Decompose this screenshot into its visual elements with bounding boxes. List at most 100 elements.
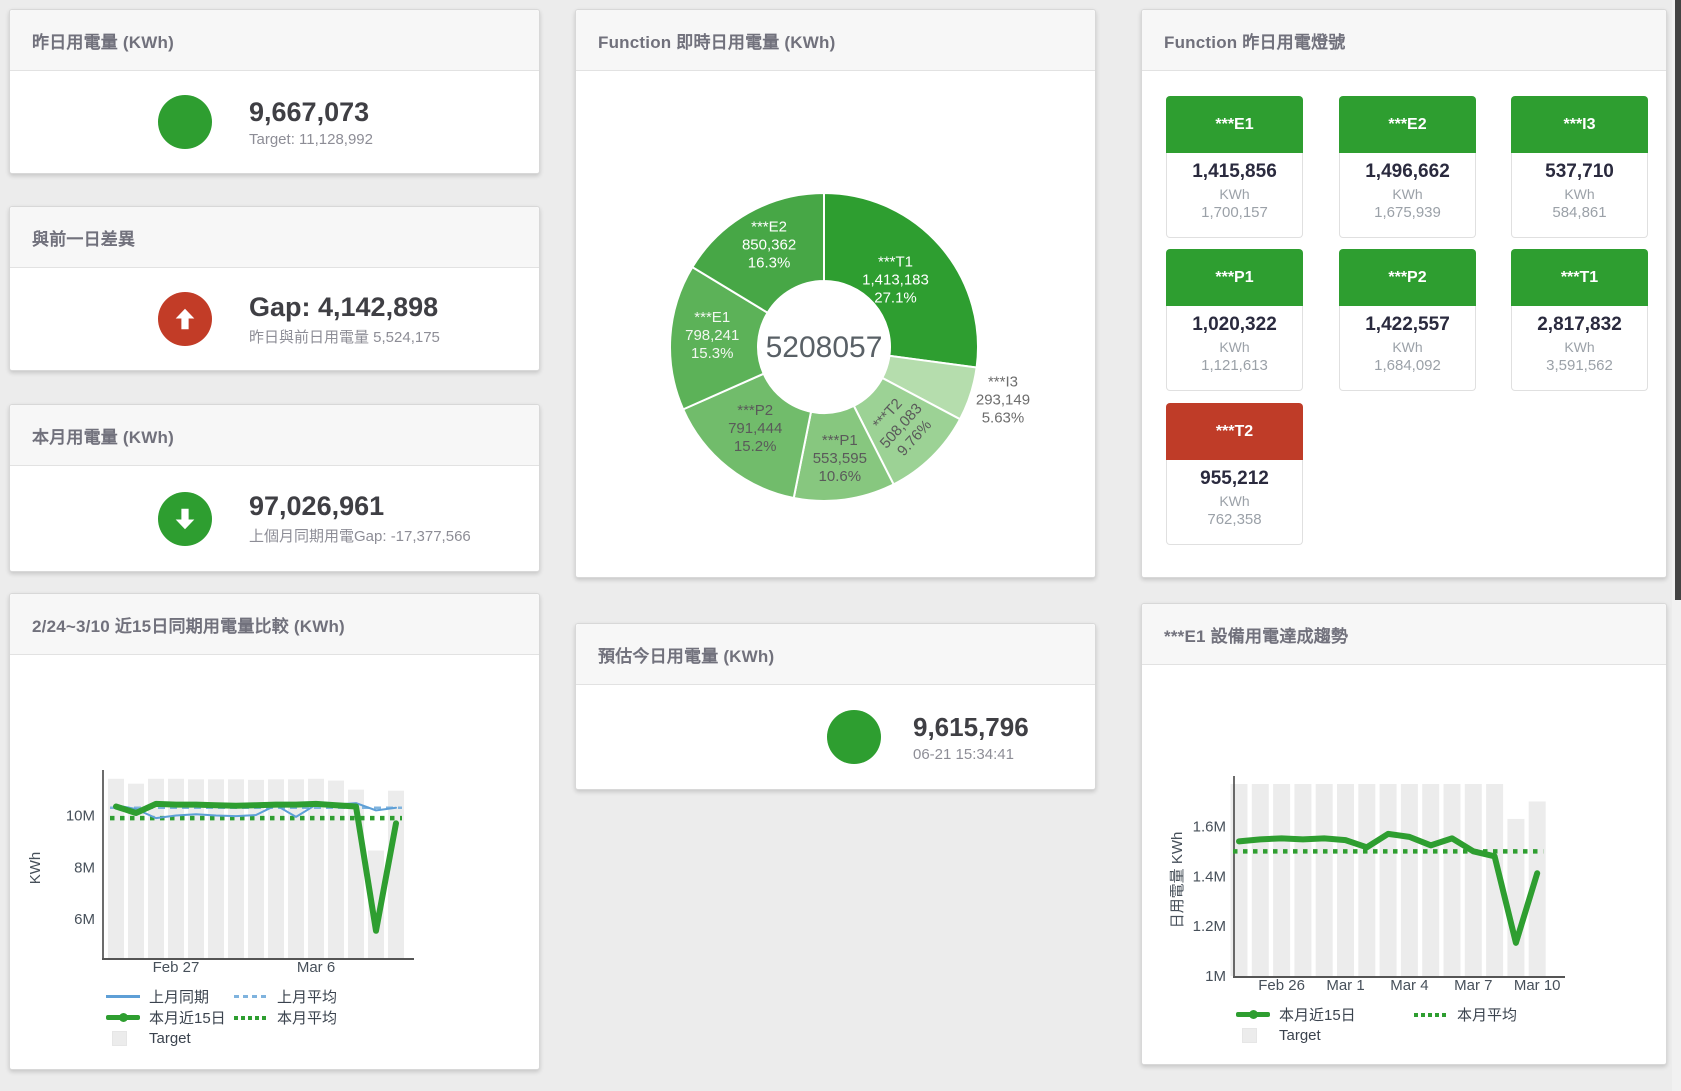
- red-up-arrow-icon: [158, 292, 212, 346]
- panel-header: 本月用電量 (KWh): [10, 405, 539, 466]
- tile-body: 955,212KWh762,358: [1166, 460, 1303, 545]
- tile-unit: KWh: [1340, 339, 1475, 355]
- tile-label: ***P2: [1339, 249, 1476, 306]
- tile-body: 1,496,662 KWh 1,675,939: [1339, 153, 1476, 238]
- tile-label: ***P1: [1166, 249, 1303, 306]
- tile-unit: KWh: [1512, 339, 1647, 355]
- legend-item[interactable]: 本月平均: [234, 1007, 337, 1028]
- tile-body: 2,817,832KWh3,591,562: [1511, 306, 1648, 391]
- yesterday-target: Target: 11,128,992: [249, 131, 373, 148]
- target-bar: [1380, 784, 1397, 976]
- tile-unit: KWh: [1340, 186, 1475, 202]
- legend-label: 本月平均: [1457, 1004, 1517, 1025]
- tile-target-value: 1,675,939: [1340, 204, 1475, 221]
- tile-target-value: 1,684,092: [1340, 357, 1475, 374]
- panel-header: 與前一日差異: [10, 207, 539, 268]
- legend-item[interactable]: Target: [106, 1030, 234, 1047]
- tile-label: ***E1: [1166, 96, 1303, 153]
- panel-header: ***E1 設備用電達成趨勢: [1142, 604, 1666, 665]
- panel-title: Function 昨日用電燈號: [1164, 28, 1345, 53]
- y-axis-title: KWh: [27, 852, 44, 885]
- y-tick-label: 6M: [74, 911, 95, 928]
- target-bar: [388, 791, 404, 958]
- panel-compare-chart: 2/24~3/10 近15日同期用電量比較 (KWh) 6M8M10MFeb 2…: [9, 593, 540, 1070]
- target-bar: [1231, 784, 1248, 976]
- y-tick-label: 1.2M: [1193, 918, 1226, 935]
- light-tile: ***E11,415,856KWh1,700,157: [1166, 96, 1303, 238]
- legend-item[interactable]: 上月同期: [106, 986, 234, 1007]
- light-tile: ***T2955,212KWh762,358: [1166, 403, 1303, 545]
- target-bar: [1252, 784, 1269, 976]
- green-status-circle-icon: [158, 95, 212, 149]
- y-tick-label: 1.6M: [1193, 818, 1226, 835]
- panel-title: 昨日用電量 (KWh): [32, 28, 174, 53]
- legend-label: 上月平均: [277, 986, 337, 1007]
- panel-header: Function 昨日用電燈號: [1142, 10, 1666, 71]
- day-gap-sub: 昨日與前日用電量 5,524,175: [249, 326, 440, 347]
- target-bar: [1294, 784, 1311, 976]
- legend-label: 本月平均: [277, 1007, 337, 1028]
- compare-legend: 上月同期 上月平均本月近15日 本月平均 Target: [106, 986, 337, 1049]
- realtime-donut-chart: ***T11,413,18327.1%***I3293,1495.63%***T…: [576, 71, 1095, 578]
- stat-text: Gap: 4,142,898 昨日與前日用電量 5,524,175: [249, 292, 440, 347]
- light-tile: ***T12,817,832KWh3,591,562: [1511, 249, 1648, 391]
- legend-label: 本月近15日: [149, 1007, 226, 1028]
- target-bar: [1422, 784, 1439, 976]
- estimate-value: 9,615,796: [913, 712, 1029, 743]
- tile-label: ***T2: [1166, 403, 1303, 460]
- y-axis-title: 日用電量 KWh: [1169, 832, 1186, 929]
- tile-unit: KWh: [1167, 493, 1302, 509]
- tile-label: ***T1: [1511, 249, 1648, 306]
- legend-item[interactable]: 上月平均: [234, 986, 337, 1007]
- target-bar: [1358, 784, 1375, 976]
- x-tick-label: Feb 27: [153, 959, 200, 976]
- tile-value: 1,415,856: [1167, 153, 1302, 183]
- stat-body: 97,026,961 上個月同期用電Gap: -17,377,566: [10, 466, 539, 571]
- panel-yesterday-usage: 昨日用電量 (KWh) 9,667,073 Target: 11,128,992: [9, 9, 540, 174]
- light-tile: ***I3537,710KWh584,861: [1511, 96, 1648, 238]
- panel-estimate-today: 預估今日用電量 (KWh) 9,615,796 06-21 15:34:41: [575, 623, 1096, 790]
- green-down-arrow-icon: [158, 492, 212, 546]
- tile-label: ***E2: [1339, 96, 1476, 153]
- line-legend-marker-icon: [106, 995, 140, 998]
- tile-target-value: 3,591,562: [1512, 357, 1647, 374]
- x-tick-label: Mar 4: [1390, 977, 1428, 994]
- panel-lights: Function 昨日用電燈號 ***E11,415,856KWh1,700,1…: [1141, 9, 1667, 578]
- legend-label: 上月同期: [149, 986, 209, 1007]
- stat-text: 97,026,961 上個月同期用電Gap: -17,377,566: [249, 491, 471, 546]
- y-tick-label: 8M: [74, 859, 95, 876]
- day-gap-value: Gap: 4,142,898: [249, 292, 440, 323]
- tile-unit: KWh: [1167, 339, 1302, 355]
- target-bar: [1401, 784, 1418, 976]
- tile-value: 1,496,662: [1340, 153, 1475, 183]
- y-tick-label: 1M: [1205, 968, 1226, 985]
- legend-label: Target: [149, 1030, 191, 1047]
- tile-unit: KWh: [1167, 186, 1302, 202]
- tile-value: 1,422,557: [1340, 306, 1475, 336]
- panel-realtime-donut: Function 即時日用電量 (KWh) ***T11,413,18327.1…: [575, 9, 1096, 578]
- panel-day-gap: 與前一日差異 Gap: 4,142,898 昨日與前日用電量 5,524,175: [9, 206, 540, 371]
- legend-item[interactable]: 本月平均: [1414, 1004, 1517, 1025]
- y-tick-label: 10M: [66, 808, 95, 825]
- yesterday-value: 9,667,073: [249, 97, 373, 128]
- light-tile: ***P21,422,557 KWh 1,684,092: [1339, 249, 1476, 391]
- target-bar: [1444, 784, 1461, 976]
- legend-item[interactable]: 本月近15日: [106, 1007, 234, 1028]
- target-bar: [1316, 784, 1333, 976]
- x-tick-label: Mar 6: [297, 959, 335, 976]
- legend-item[interactable]: Target: [1236, 1027, 1414, 1044]
- y-tick-label: 1.4M: [1193, 868, 1226, 885]
- x-tick-label: Mar 7: [1454, 977, 1492, 994]
- dots-legend-marker-icon: [234, 1016, 268, 1020]
- month-gap-sub: 上個月同期用電Gap: -17,377,566: [249, 525, 471, 546]
- tile-body: 1,020,322KWh1,121,613: [1166, 306, 1303, 391]
- stat-text: 9,667,073 Target: 11,128,992: [249, 97, 373, 148]
- legend-item[interactable]: 本月近15日: [1236, 1004, 1414, 1025]
- scrollbar-thumb[interactable]: [1675, 0, 1681, 600]
- trend-legend: 本月近15日 本月平均 Target: [1236, 1004, 1517, 1046]
- stat-body: 9,615,796 06-21 15:34:41: [576, 685, 1095, 789]
- target-bar: [1273, 784, 1290, 976]
- thick-legend-marker-icon: [1236, 1012, 1270, 1017]
- panel-title: ***E1 設備用電達成趨勢: [1164, 622, 1348, 647]
- stat-body: Gap: 4,142,898 昨日與前日用電量 5,524,175: [10, 268, 539, 370]
